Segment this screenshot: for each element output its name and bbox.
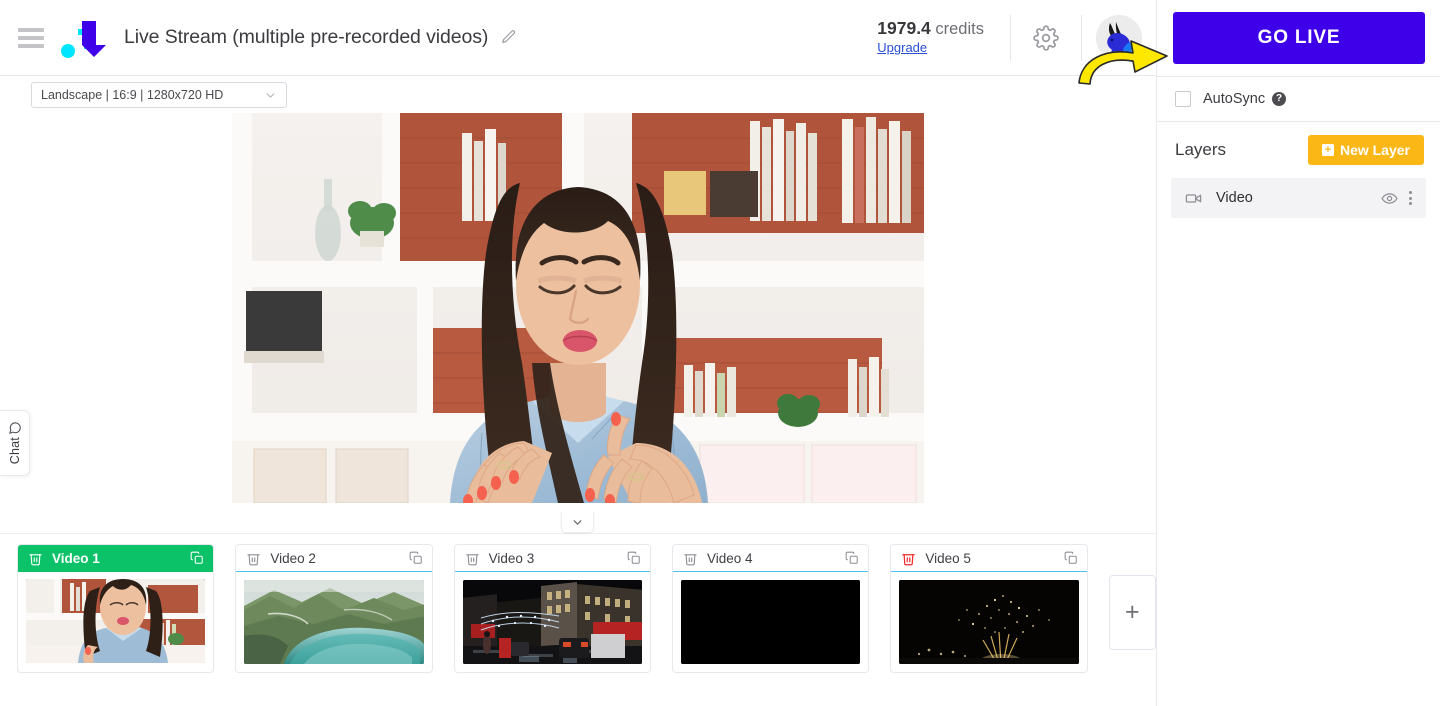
resolution-select[interactable]: Landscape | 16:9 | 1280x720 HD — [31, 82, 287, 108]
chat-tab[interactable]: Chat — [0, 410, 30, 476]
clip-label: Video 1 — [52, 550, 100, 566]
layer-name: Video — [1216, 190, 1253, 206]
go-live-wrap: GO LIVE — [1157, 0, 1440, 76]
hamburger-bar — [18, 35, 44, 40]
layer-row-video[interactable]: Video — [1171, 178, 1426, 218]
layer-actions — [1381, 189, 1414, 207]
credits-block: 1979.4 credits Upgrade — [877, 18, 1010, 58]
clip-label: Video 4 — [706, 550, 753, 566]
clips-strip: Video 1 Video 2 Video 3 Video 4 Video 5 … — [0, 533, 1157, 706]
clip-header: Video 4 — [672, 545, 869, 572]
resolution-value: Landscape | 16:9 | 1280x720 HD — [41, 88, 224, 102]
eye-icon[interactable] — [1381, 190, 1398, 207]
clip-thumbnail — [680, 580, 861, 664]
clip-header: Video 1 — [18, 545, 214, 572]
layers-title: Layers — [1175, 140, 1227, 159]
clip-thumbnail — [244, 580, 424, 664]
layers-header: Layers + New Layer — [1157, 122, 1440, 178]
clip-header: Video 2 — [236, 545, 432, 572]
plus-icon: + — [1321, 144, 1334, 156]
hamburger-bar — [18, 27, 44, 32]
clip-card[interactable]: Video 1 — [17, 544, 215, 673]
clip-label: Video 5 — [925, 550, 971, 566]
clip-card[interactable]: Video 4 — [671, 544, 870, 673]
trash-icon[interactable] — [465, 551, 480, 566]
collapse-preview-button[interactable] — [561, 512, 594, 533]
add-clip-button[interactable]: + — [1108, 575, 1157, 650]
trash-icon[interactable] — [901, 551, 916, 566]
chat-tab-label: Chat — [7, 437, 22, 465]
duplicate-icon[interactable] — [627, 551, 641, 565]
trash-icon[interactable] — [683, 551, 698, 566]
clip-thumbnail — [26, 579, 206, 663]
video-camera-icon — [1185, 190, 1202, 207]
clip-header: Video 3 — [454, 545, 650, 572]
gear-icon[interactable] — [1011, 24, 1081, 51]
clip-thumbnail — [899, 580, 1079, 664]
rabbit-avatar: f — [1096, 14, 1143, 62]
clip-label: Video 2 — [270, 550, 316, 566]
brand-logo-icon[interactable] — [60, 15, 112, 61]
facebook-badge-icon: f — [1123, 41, 1143, 62]
autosync-label: AutoSync — [1203, 91, 1266, 107]
app-root: Live Stream (multiple pre-recorded video… — [0, 0, 1440, 706]
chevron-down-icon — [264, 89, 277, 102]
stage-area — [0, 112, 1156, 512]
new-layer-button[interactable]: + New Layer — [1307, 135, 1424, 165]
go-live-button[interactable]: GO LIVE — [1173, 12, 1425, 64]
clip-header: Video 5 — [891, 545, 1087, 572]
clip-label: Video 3 — [488, 550, 535, 566]
credits-word: credits — [935, 19, 984, 38]
credits-text: 1979.4 credits — [877, 18, 984, 40]
top-bar: Live Stream (multiple pre-recorded video… — [0, 0, 1156, 76]
pencil-edit-icon[interactable] — [500, 29, 517, 46]
video-preview[interactable] — [232, 113, 924, 503]
chat-bubble-icon — [8, 421, 22, 435]
trash-icon[interactable] — [28, 551, 43, 566]
upgrade-link[interactable]: Upgrade — [877, 40, 927, 55]
duplicate-icon[interactable] — [409, 551, 423, 565]
clip-card[interactable]: Video 5 — [890, 544, 1088, 673]
clips-list: Video 1 Video 2 Video 3 Video 4 Video 5 … — [0, 544, 1157, 673]
autosync-checkbox[interactable] — [1175, 91, 1191, 107]
avatar[interactable]: f — [1082, 14, 1156, 62]
new-layer-label: New Layer — [1339, 142, 1410, 158]
clip-card[interactable]: Video 3 — [453, 544, 651, 673]
credits-amount: 1979.4 — [877, 17, 931, 38]
right-panel: GO LIVE AutoSync ? Layers + New Layer Vi… — [1156, 0, 1440, 706]
top-bar-right: 1979.4 credits Upgrade f — [877, 0, 1156, 75]
page-title: Live Stream (multiple pre-recorded video… — [124, 26, 489, 48]
clip-card[interactable]: Video 2 — [235, 544, 433, 673]
trash-icon[interactable] — [246, 551, 261, 566]
more-vertical-icon[interactable] — [1407, 189, 1414, 207]
duplicate-icon[interactable] — [190, 551, 204, 565]
hamburger-bar — [18, 43, 44, 48]
autosync-row[interactable]: AutoSync ? — [1157, 77, 1440, 121]
duplicate-icon[interactable] — [845, 551, 859, 565]
duplicate-icon[interactable] — [1064, 551, 1078, 565]
clip-thumbnail — [462, 580, 642, 664]
hamburger-menu-icon[interactable] — [18, 27, 44, 48]
question-mark-icon[interactable]: ? — [1272, 92, 1287, 106]
